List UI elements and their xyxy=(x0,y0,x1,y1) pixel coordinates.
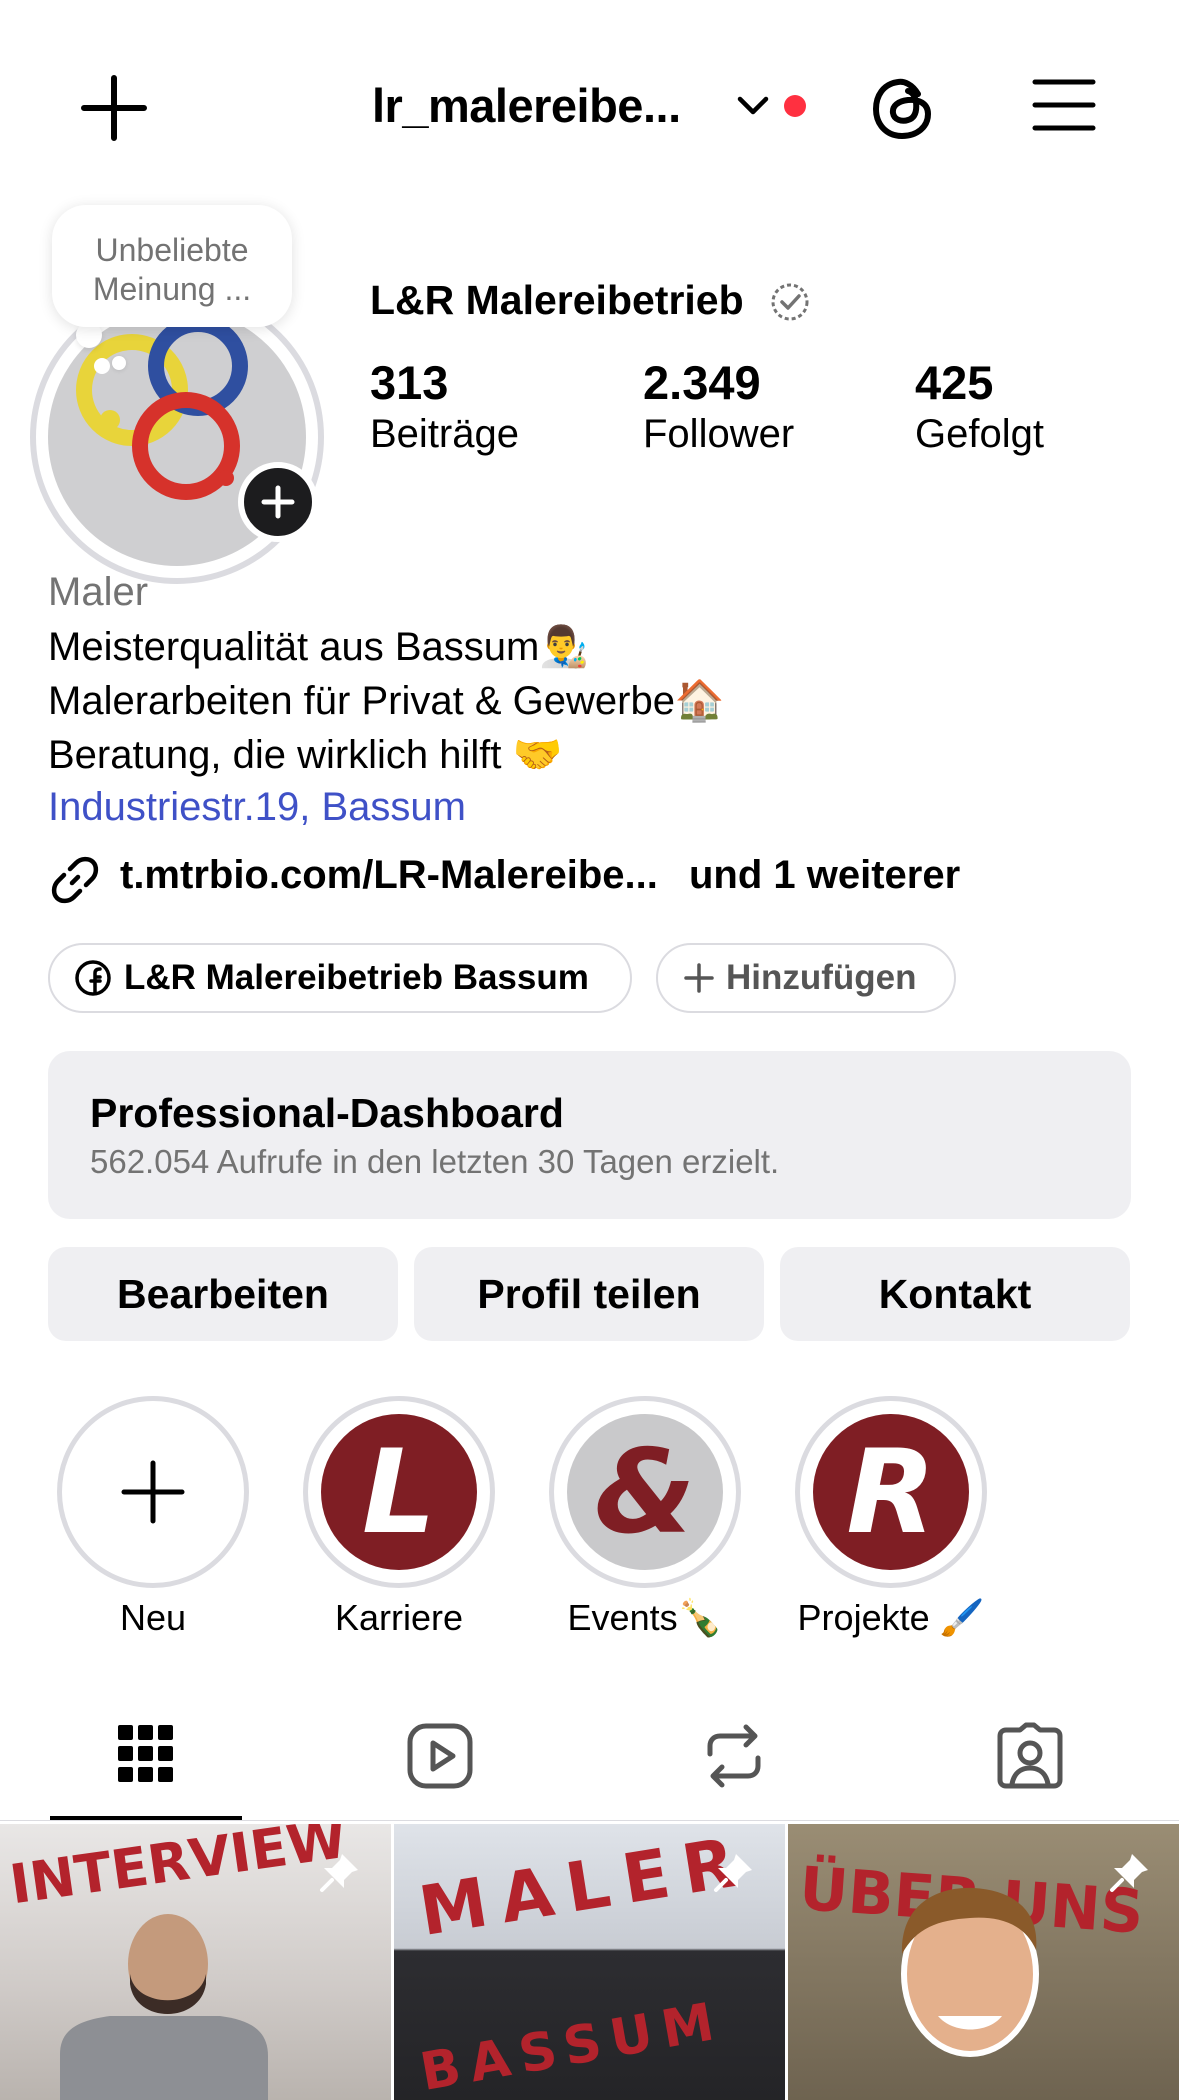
account-switcher-username[interactable]: lr_malereibe... xyxy=(372,78,681,133)
highlight-new-label: Neu xyxy=(119,1597,187,1638)
new-post-button[interactable] xyxy=(78,72,150,144)
bio-line-2: Malerarbeiten für Privat & Gewerbe🏠 xyxy=(48,679,725,723)
highlight-karriere-glyph: L xyxy=(362,1424,436,1560)
edit-profile-label: Bearbeiten xyxy=(117,1270,329,1317)
contact-label: Kontakt xyxy=(878,1270,1032,1317)
share-profile-button[interactable]: Profil teilen xyxy=(414,1247,764,1341)
bio-line-1: Meisterqualität aus Bassum👨‍🎨 xyxy=(48,625,590,669)
dashboard-title: Professional-Dashboard xyxy=(90,1090,564,1136)
pin-icon xyxy=(1110,1854,1148,1892)
verified-badge-icon xyxy=(771,283,809,321)
tagged-icon xyxy=(997,1722,1063,1789)
highlight-karriere-cover: L xyxy=(321,1414,477,1570)
verified-badge xyxy=(768,280,812,324)
post-tile-3[interactable]: ÜBER UNS xyxy=(788,1824,1179,2100)
highlight-projekte-cover: R xyxy=(813,1414,969,1570)
reels-icon xyxy=(407,1723,473,1789)
add-link-pill[interactable]: Hinzufügen xyxy=(656,943,956,1013)
facebook-page-pill[interactable]: L&R Malereibetrieb Bassum xyxy=(48,943,632,1013)
bio-links[interactable]: t.mtrbio.com/LR-Malereibe... und 1 weite… xyxy=(120,853,960,898)
bio-link[interactable]: t.mtrbio.com/LR-Malereibe... xyxy=(120,853,658,897)
highlight-new[interactable] xyxy=(57,1396,249,1588)
add-story-button[interactable] xyxy=(238,462,318,542)
note-text: Unbeliebte Meinung ... xyxy=(52,231,292,309)
display-name: L&R Malereibetrieb xyxy=(370,277,744,323)
link-icon xyxy=(51,856,99,904)
menu-button[interactable] xyxy=(1032,78,1096,132)
dashboard-subtitle: 562.054 Aufrufe in den letzten 30 Tagen … xyxy=(90,1143,780,1180)
note-line-2: Meinung ... xyxy=(92,271,252,307)
pin-icon xyxy=(320,1854,358,1892)
tab-reposts[interactable] xyxy=(702,1722,766,1790)
note-line-1: Unbeliebte xyxy=(95,232,249,268)
grid-icon xyxy=(118,1725,173,1782)
following-label[interactable]: Gefolgt xyxy=(915,412,1044,457)
chevron-down-icon xyxy=(737,96,769,115)
highlight-projekte-glyph: R xyxy=(846,1424,936,1560)
add-link-label: Hinzufügen xyxy=(726,958,917,997)
threads-icon xyxy=(872,78,932,140)
highlight-karriere-label: Karriere xyxy=(334,1597,464,1638)
post-tile-1[interactable]: INTERVIEW xyxy=(0,1824,391,2100)
facebook-page-label: L&R Malereibetrieb Bassum xyxy=(124,958,589,997)
hamburger-menu-icon xyxy=(1032,79,1096,131)
bio-link-more[interactable]: und 1 weiterer xyxy=(689,853,960,897)
followers-label[interactable]: Follower xyxy=(643,412,794,457)
highlight-events-cover: & xyxy=(567,1414,723,1570)
contact-button[interactable]: Kontakt xyxy=(780,1247,1130,1341)
tab-reels[interactable] xyxy=(406,1722,474,1790)
facebook-icon xyxy=(75,960,111,996)
highlight-events-label: Events🍾 xyxy=(567,1597,723,1638)
edit-profile-button[interactable]: Bearbeiten xyxy=(48,1247,398,1341)
posts-count[interactable]: 313 xyxy=(370,355,448,410)
link-icon-wrap xyxy=(48,853,102,907)
account-switcher-chevron[interactable] xyxy=(736,94,770,118)
plus-icon xyxy=(684,963,714,993)
post-tile-2[interactable]: MALER BASSUM xyxy=(394,1824,785,2100)
tab-tagged[interactable] xyxy=(996,1722,1064,1790)
following-count[interactable]: 425 xyxy=(915,355,993,410)
note-bubble-tail-small xyxy=(112,356,126,370)
highlight-projekte-label: Projekte 🖌️ xyxy=(797,1597,985,1638)
pin-icon xyxy=(714,1854,752,1892)
plus-icon xyxy=(261,485,295,519)
posts-label[interactable]: Beiträge xyxy=(370,412,519,457)
tab-divider xyxy=(0,1820,1179,1821)
notification-dot xyxy=(784,95,806,117)
followers-count[interactable]: 2.349 xyxy=(643,355,761,410)
plus-icon xyxy=(121,1460,185,1524)
bio-address-link[interactable]: Industriestr.19, Bassum xyxy=(48,785,466,830)
highlight-events-glyph: & xyxy=(594,1424,696,1560)
post-2-caption-top: MALER xyxy=(414,1824,755,1953)
reposts-icon xyxy=(707,1724,761,1788)
tab-grid[interactable] xyxy=(116,1722,176,1786)
bio-category: Maler xyxy=(48,570,149,614)
threads-button[interactable] xyxy=(868,72,938,144)
post-2-caption-bottom: BASSUM xyxy=(416,1990,729,2100)
bio-line-3: Beratung, die wirklich hilft 🤝 xyxy=(48,733,563,777)
share-profile-label: Profil teilen xyxy=(477,1270,701,1317)
plus-icon xyxy=(81,75,147,141)
